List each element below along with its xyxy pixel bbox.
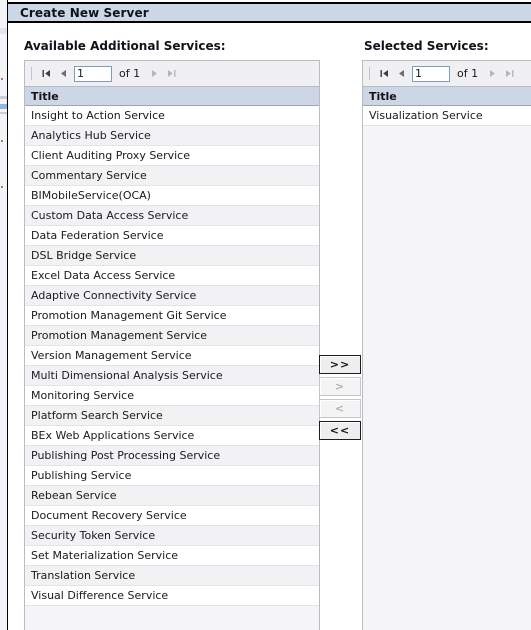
list-item[interactable]: Custom Data Access Service [25, 206, 319, 226]
first-page-icon[interactable] [376, 65, 393, 82]
list-item[interactable]: Set Materialization Service [25, 546, 319, 566]
create-new-server-dialog: Create New Server Available Additional S… [8, 0, 531, 630]
list-item[interactable]: Security Token Service [25, 526, 319, 546]
list-item[interactable]: Analytics Hub Service [25, 126, 319, 146]
last-page-icon[interactable] [163, 65, 180, 82]
list-item[interactable]: Adaptive Connectivity Service [25, 286, 319, 306]
list-item[interactable]: Promotion Management Git Service [25, 306, 319, 326]
selected-services-label: Selected Services: [364, 39, 489, 53]
list-item[interactable]: Excel Data Access Service [25, 266, 319, 286]
dialog-body: Available Additional Services: Selected … [8, 25, 531, 630]
list-item[interactable]: DSL Bridge Service [25, 246, 319, 266]
available-pager-toolbar: of 1 [25, 61, 319, 87]
selected-pager-toolbar: of 1 [363, 61, 531, 87]
remove-selected-button: < [319, 399, 361, 418]
selected-services-panel: of 1 Title Visualization Service [362, 60, 531, 630]
list-item[interactable]: BIMobileService(OCA) [25, 186, 319, 206]
list-item[interactable]: BEx Web Applications Service [25, 426, 319, 446]
list-item[interactable]: Monitoring Service [25, 386, 319, 406]
list-item[interactable]: Platform Search Service [25, 406, 319, 426]
selected-column-header-title: Title [369, 89, 397, 103]
list-item[interactable]: Version Management Service [25, 346, 319, 366]
selected-page-input[interactable] [412, 65, 450, 82]
list-item[interactable]: Translation Service [25, 566, 319, 586]
pager-divider [369, 67, 370, 80]
list-item[interactable]: Rebean Service [25, 486, 319, 506]
available-services-panel: of 1 Title Insight to Action ServiceAnal… [24, 60, 320, 630]
next-page-icon[interactable] [146, 65, 163, 82]
available-column-header-title: Title [31, 89, 59, 103]
list-item[interactable]: Multi Dimensional Analysis Service [25, 366, 319, 386]
available-page-count: of 1 [119, 67, 141, 80]
available-page-input[interactable] [74, 65, 112, 82]
list-item[interactable]: Data Federation Service [25, 226, 319, 246]
list-item[interactable]: Visual Difference Service [25, 586, 319, 606]
add-selected-button: > [319, 377, 361, 396]
add-all-button[interactable]: >> [319, 355, 361, 374]
list-item[interactable]: Publishing Service [25, 466, 319, 486]
list-item[interactable]: Client Auditing Proxy Service [25, 146, 319, 166]
first-page-icon[interactable] [38, 65, 55, 82]
last-page-icon[interactable] [501, 65, 518, 82]
list-item[interactable]: Commentary Service [25, 166, 319, 186]
list-item[interactable]: Publishing Post Processing Service [25, 446, 319, 466]
dialog-titlebar: Create New Server [8, 2, 531, 23]
available-grid-header: Title [25, 87, 319, 106]
selected-services-list[interactable]: Visualization Service [363, 106, 531, 126]
available-services-label: Available Additional Services: [24, 39, 226, 53]
available-services-list[interactable]: Insight to Action Service Analytics Hub S… [25, 106, 319, 606]
transfer-button-group: >>><<< [319, 355, 361, 443]
previous-page-icon[interactable] [55, 65, 72, 82]
previous-page-icon[interactable] [393, 65, 410, 82]
selected-grid-header: Title [363, 87, 531, 106]
list-item[interactable]: Promotion Management Service [25, 326, 319, 346]
next-page-icon[interactable] [484, 65, 501, 82]
list-item[interactable]: Visualization Service [363, 106, 531, 126]
dialog-title: Create New Server [20, 5, 149, 20]
list-item[interactable]: Insight to Action Service [25, 106, 319, 126]
pager-divider [31, 67, 32, 80]
remove-all-button[interactable]: << [319, 421, 361, 440]
background-page-sliver [0, 0, 8, 630]
list-item[interactable]: Document Recovery Service [25, 506, 319, 526]
selected-page-count: of 1 [457, 67, 479, 80]
